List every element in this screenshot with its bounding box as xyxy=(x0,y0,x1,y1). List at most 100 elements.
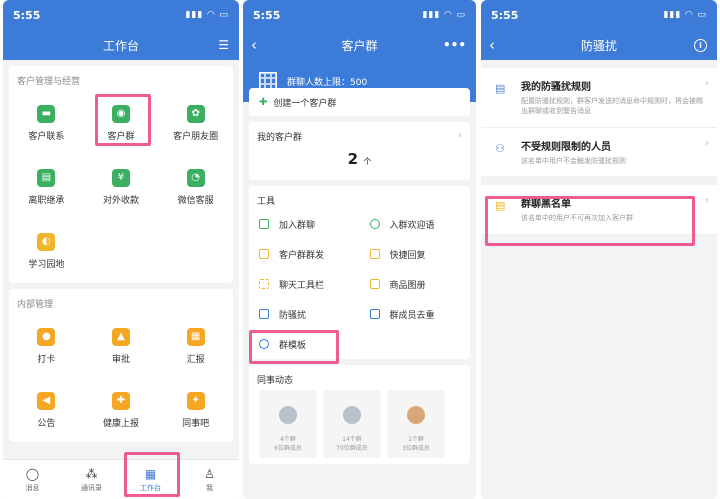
create-group-button[interactable]: ✚ 创建一个客户群 xyxy=(249,88,470,116)
internal-management-section: 内部管理 ● 打卡 ▲ 审批 ▦ 汇报 ◀ 公告 ✚ 健康上报 ✦ 同事吧 xyxy=(9,289,233,442)
dedupe-icon xyxy=(369,309,380,319)
customer-group-header: 5:55 ▮▮▮ ◠ ▭ ‹ 客户群 ••• xyxy=(243,0,476,60)
tab-contacts[interactable]: ⁂ 通讯录 xyxy=(62,460,121,499)
app-wechat-service[interactable]: ◔ 微信客服 xyxy=(158,155,233,219)
my-groups-count: 2 个 xyxy=(347,150,372,168)
status-time: 5:55 xyxy=(253,8,281,22)
tool-welcome-message[interactable]: 入群欢迎语 xyxy=(360,209,471,239)
my-rules-item[interactable]: ▤ 我的防骚扰规则 配置防骚扰规则，群客户发送的消息命中规则时，将会被踢出群聊或… xyxy=(481,68,717,128)
tool-product-album[interactable]: 商品图册 xyxy=(360,269,471,299)
section-title: 客户管理与经营 xyxy=(17,77,81,87)
back-icon[interactable]: ‹ xyxy=(489,36,495,54)
status-time: 5:55 xyxy=(13,8,41,22)
tab-me[interactable]: ♙ 我 xyxy=(180,460,239,499)
section-title: 内部管理 xyxy=(17,300,54,310)
chevron-right-icon: › xyxy=(705,137,709,149)
exempt-people-item[interactable]: ⚇ 不受规则限制的人员 该名单中用户不会触发防骚扰规则 › xyxy=(481,127,717,178)
planet-icon: ◐ xyxy=(37,232,56,251)
filter-settings-icon[interactable]: ☰ xyxy=(218,38,229,52)
app-announcement[interactable]: ◀ 公告 xyxy=(9,378,84,442)
message-icon: ◯ xyxy=(25,466,40,481)
moments-icon: ✿ xyxy=(186,104,205,123)
status-bar: 5:55 ▮▮▮ ◠ ▭ xyxy=(243,0,476,30)
qrcode-icon xyxy=(259,219,269,229)
app-report[interactable]: ▦ 汇报 xyxy=(158,314,233,378)
customer-group-screen: 5:55 ▮▮▮ ◠ ▭ ‹ 客户群 ••• 群聊人数上限：500 ✚ 创建一个… xyxy=(243,0,476,499)
toolbar-icon xyxy=(259,279,269,289)
report-icon: ▦ xyxy=(186,327,205,346)
health-icon: ✚ xyxy=(111,391,130,410)
app-approval[interactable]: ▲ 审批 xyxy=(84,314,159,378)
signal-wifi-battery-icon: ▮▮▮ ◠ ▭ xyxy=(663,10,707,20)
chevron-right-icon: › xyxy=(458,130,462,141)
avatar xyxy=(407,406,425,424)
app-check-in[interactable]: ● 打卡 xyxy=(9,314,84,378)
app-learning-garden[interactable]: ◐ 学习园地 xyxy=(9,219,84,283)
person-icon: ♙ xyxy=(204,466,215,481)
dynamics-title: 同事动态 xyxy=(257,376,294,386)
more-button[interactable]: ••• xyxy=(443,38,466,52)
tool-chat-toolbar[interactable]: 聊天工具栏 xyxy=(249,269,360,299)
chevron-right-icon: › xyxy=(705,78,709,89)
bottom-tab-bar: ◯ 消息 ⁂ 通讯录 ▦ 工作台 ♙ 我 xyxy=(3,459,239,499)
document-icon: ▤ xyxy=(37,168,56,187)
status-time: 5:55 xyxy=(491,8,519,22)
status-bar: 5:55 ▮▮▮ ◠ ▭ xyxy=(481,0,717,30)
shield-icon xyxy=(259,309,269,319)
tab-messages[interactable]: ◯ 消息 xyxy=(3,460,62,499)
dynamics-item[interactable]: 4个群 6位群成员 xyxy=(259,390,317,458)
chat-icon: ▬ xyxy=(37,104,56,123)
anti-harassment-screen: 5:55 ▮▮▮ ◠ ▭ ‹ 防骚扰 i ▤ 我的防骚扰规则 配置防骚扰规则，群… xyxy=(481,0,717,499)
highlight-anti-harassment xyxy=(249,330,339,364)
chevron-right-icon: › xyxy=(705,195,709,207)
avatar xyxy=(279,406,297,424)
page-title: 工作台 xyxy=(102,38,139,53)
avatar xyxy=(343,406,361,424)
album-icon xyxy=(369,279,380,289)
add-person-icon: ✚ xyxy=(259,96,268,108)
quick-reply-icon xyxy=(369,249,380,259)
megaphone-icon: ◀ xyxy=(37,391,56,410)
group-limit-text: 群聊人数上限：500 xyxy=(287,77,368,88)
app-customer-moments[interactable]: ✿ 客户朋友圈 xyxy=(158,91,233,155)
location-pin-icon: ● xyxy=(37,327,56,346)
customer-service-icon: ◔ xyxy=(186,168,205,187)
tool-quick-reply[interactable]: 快捷回复 xyxy=(360,239,471,269)
highlight-group-blacklist xyxy=(485,196,695,246)
back-icon[interactable]: ‹ xyxy=(251,36,257,54)
highlight-customer-group xyxy=(95,94,151,146)
app-health-report[interactable]: ✚ 健康上报 xyxy=(84,378,159,442)
anti-harassment-header: 5:55 ▮▮▮ ◠ ▭ ‹ 防骚扰 i xyxy=(481,0,717,60)
colleague-dynamics-card: 同事动态 4个群 6位群成员 14个群 70位群成员 1个群 3位群成员 xyxy=(249,365,470,464)
document-icon: ▤ xyxy=(495,82,506,95)
workbench-screen: 5:55 ▮▮▮ ◠ ▭ 工作台 ☰ 客户管理与经营 ▬ 客户联系 ◉ 客户群 ✿ 客… xyxy=(3,0,239,499)
signal-wifi-battery-icon: ▮▮▮ ◠ ▭ xyxy=(185,10,229,20)
status-bar: 5:55 ▮▮▮ ◠ ▭ xyxy=(3,0,239,30)
contacts-icon: ⁂ xyxy=(85,466,98,481)
app-colleague-bar[interactable]: ✦ 同事吧 xyxy=(158,378,233,442)
stamp-icon: ▲ xyxy=(111,327,130,346)
app-customer-contact[interactable]: ▬ 客户联系 xyxy=(9,91,84,155)
payment-icon: ¥ xyxy=(111,168,130,187)
tool-member-dedupe[interactable]: 群成员去重 xyxy=(360,299,471,329)
page-title: 客户群 xyxy=(341,38,378,53)
tool-join-group[interactable]: 加入群聊 xyxy=(249,209,360,239)
tools-title: 工具 xyxy=(257,197,276,207)
tool-group-broadcast[interactable]: 客户群群发 xyxy=(249,239,360,269)
workbench-header: 5:55 ▮▮▮ ◠ ▭ 工作台 ☰ xyxy=(3,0,239,60)
welcome-icon xyxy=(369,219,380,229)
people-icon: ⚇ xyxy=(495,141,505,155)
signal-wifi-battery-icon: ▮▮▮ ◠ ▭ xyxy=(422,10,466,20)
info-icon[interactable]: i xyxy=(694,38,707,52)
dynamics-item[interactable]: 14个群 70位群成员 xyxy=(323,390,381,458)
colleague-icon: ✦ xyxy=(186,391,205,410)
broadcast-icon xyxy=(259,249,269,259)
my-groups-title: 我的客户群 xyxy=(257,133,303,143)
my-groups-card[interactable]: 我的客户群 › 2 个 xyxy=(249,122,470,180)
page-title: 防骚扰 xyxy=(580,38,617,53)
app-external-payment[interactable]: ¥ 对外收款 xyxy=(84,155,159,219)
tool-anti-harassment[interactable]: 防骚扰 xyxy=(249,299,360,329)
dynamics-item[interactable]: 1个群 3位群成员 xyxy=(387,390,445,458)
app-resignation-inherit[interactable]: ▤ 离职继承 xyxy=(9,155,84,219)
highlight-workbench-tab xyxy=(124,452,180,497)
